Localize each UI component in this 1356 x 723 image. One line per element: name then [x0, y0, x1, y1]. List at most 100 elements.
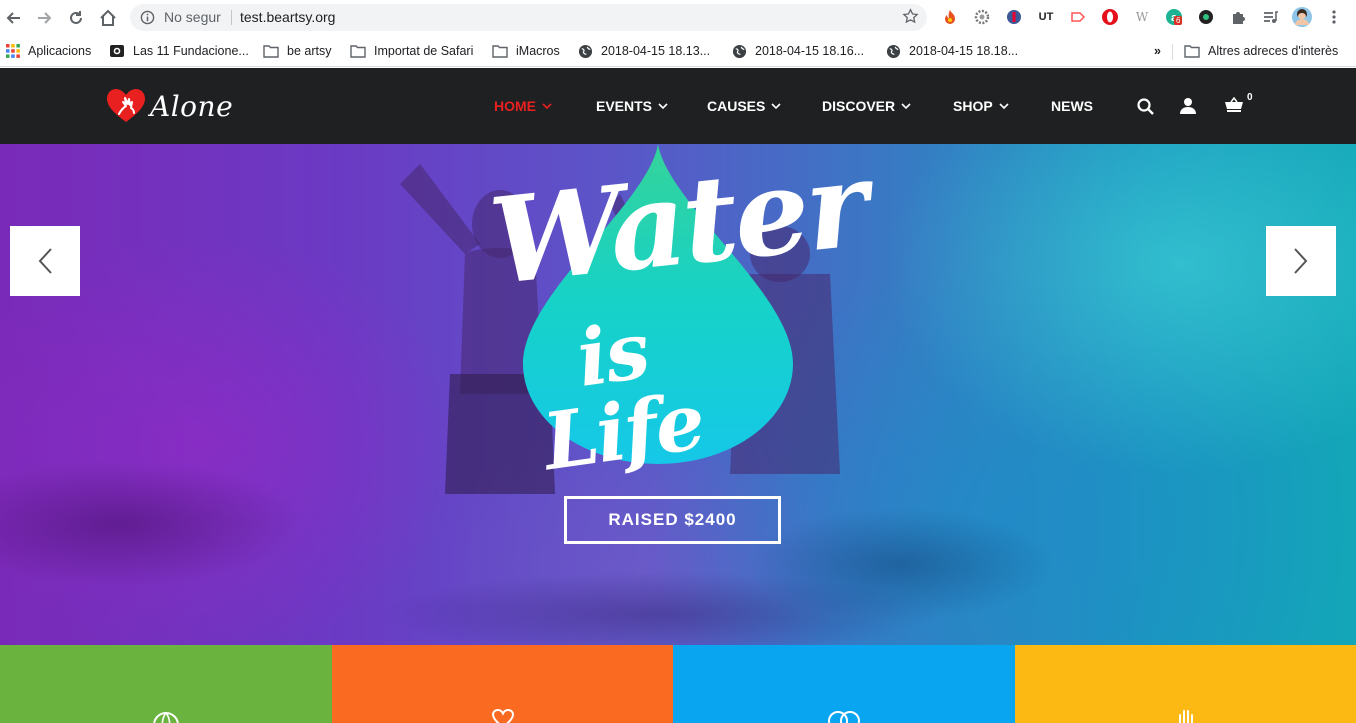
- chevron-down-icon: [658, 102, 668, 110]
- folder-icon: [1184, 44, 1200, 58]
- nav-home[interactable]: HOME: [494, 98, 552, 114]
- profile-avatar[interactable]: [1292, 7, 1312, 27]
- bookmark-label: iMacros: [516, 44, 560, 58]
- reload-button[interactable]: [64, 6, 88, 30]
- browser-menu-icon[interactable]: [1324, 7, 1344, 27]
- back-button[interactable]: [2, 6, 26, 30]
- nav-causes[interactable]: CAUSES: [707, 98, 781, 114]
- bookmark-label: 2018-04-15 18.13...: [601, 44, 711, 58]
- nav-label: DISCOVER: [822, 98, 896, 114]
- folder-icon: [350, 44, 366, 58]
- slider-prev-button[interactable]: [10, 226, 80, 296]
- chevron-right-icon: [1294, 248, 1308, 274]
- hand-icon: [1178, 710, 1193, 723]
- globe-icon: [732, 44, 747, 59]
- nav-news[interactable]: NEWS: [1051, 98, 1093, 114]
- logo-text: Alone: [150, 89, 234, 123]
- extension-badge: 6: [1174, 16, 1183, 25]
- nav-discover[interactable]: DISCOVER: [822, 98, 911, 114]
- address-bar[interactable]: No segur test.beartsy.org: [130, 4, 927, 31]
- bookmark-2018-1816[interactable]: 2018-04-15 18.16...: [732, 42, 864, 60]
- raised-amount-button[interactable]: RAISED $2400: [564, 496, 781, 544]
- bookmark-folder-be-artsy[interactable]: be artsy: [263, 42, 331, 60]
- url-text[interactable]: test.beartsy.org: [240, 9, 335, 25]
- globe-icon: [886, 44, 901, 59]
- bookmarks-bar: Aplicacions Las 11 Fundacione... be arts…: [0, 36, 1356, 67]
- bookmark-2018-1813[interactable]: 2018-04-15 18.13...: [578, 42, 710, 60]
- chevron-down-icon: [999, 102, 1009, 110]
- bookmark-folder-safari[interactable]: Importat de Safari: [350, 42, 473, 60]
- feature-tile-blue[interactable]: [673, 645, 1015, 723]
- gear-extension-icon[interactable]: [972, 7, 992, 27]
- bookmark-apps[interactable]: Aplicacions: [6, 42, 91, 60]
- bookmark-star-icon[interactable]: [902, 8, 919, 30]
- nav-label: NEWS: [1051, 98, 1093, 114]
- camera-icon: [109, 43, 125, 59]
- a-extension-icon[interactable]: a 6: [1164, 7, 1184, 27]
- folder-icon: [492, 44, 508, 58]
- home-button[interactable]: [96, 6, 120, 30]
- back-arrow-icon: [6, 12, 20, 24]
- folder-icon: [263, 44, 279, 58]
- globe-icon: [578, 44, 593, 59]
- site-header: Alone HOME EVENTS CAUSES DISCOVER SHOP N…: [0, 68, 1356, 144]
- chevron-down-icon: [771, 102, 781, 110]
- cart-icon[interactable]: [1224, 96, 1244, 116]
- heart-icon: [491, 709, 514, 723]
- forward-button[interactable]: [32, 6, 56, 30]
- search-icon[interactable]: [1135, 96, 1155, 116]
- bookmark-label: Altres adreces d'interès: [1208, 44, 1339, 58]
- chevron-left-icon: [38, 248, 52, 274]
- forward-arrow-icon: [38, 12, 52, 24]
- bookmark-2018-1818[interactable]: 2018-04-15 18.18...: [886, 42, 1018, 60]
- divider: [231, 10, 232, 25]
- hero-title-line2: is Life: [537, 304, 709, 489]
- security-status: No segur: [164, 9, 221, 25]
- slider-next-button[interactable]: [1266, 226, 1336, 296]
- media-control-icon[interactable]: [1260, 7, 1280, 27]
- reload-icon: [70, 11, 82, 24]
- nav-label: SHOP: [953, 98, 993, 114]
- nav-shop[interactable]: SHOP: [953, 98, 1009, 114]
- heart-hand-logo-icon: [107, 89, 145, 122]
- opera-extension-icon[interactable]: [1100, 7, 1120, 27]
- home-icon: [100, 9, 116, 26]
- ut-extension-icon[interactable]: UT: [1036, 7, 1056, 27]
- cart-count-badge: 0: [1247, 92, 1253, 103]
- feature-tile-green[interactable]: [0, 645, 332, 723]
- hearts-icon: [828, 711, 860, 723]
- bookmark-label: be artsy: [287, 44, 332, 58]
- bookmark-label: 2018-04-15 18.18...: [909, 44, 1019, 58]
- wiki-extension-icon[interactable]: W: [1132, 7, 1152, 27]
- nav-label: EVENTS: [596, 98, 653, 114]
- divider: [1172, 44, 1173, 60]
- camera-extension-icon[interactable]: [1196, 7, 1216, 27]
- feature-tile-yellow[interactable]: [1015, 645, 1356, 723]
- bookmark-label: 2018-04-15 18.16...: [755, 44, 865, 58]
- cast-extension-icon[interactable]: [1068, 7, 1088, 27]
- more-bookmarks-button[interactable]: »: [1154, 42, 1161, 60]
- nav-label: CAUSES: [707, 98, 766, 114]
- chevron-down-icon: [901, 102, 911, 110]
- browser-toolbar: No segur test.beartsy.org UT W a 6: [0, 0, 1356, 36]
- puzzle-extensions-icon[interactable]: [1228, 7, 1248, 27]
- nav-events[interactable]: EVENTS: [596, 98, 668, 114]
- hero-title-line1: Water: [483, 144, 872, 312]
- feature-tile-orange[interactable]: [332, 645, 673, 723]
- info-icon[interactable]: [140, 10, 155, 30]
- shield-extension-icon[interactable]: [1004, 7, 1024, 27]
- globe-icon: [153, 712, 179, 723]
- other-bookmarks-folder[interactable]: Altres adreces d'interès: [1184, 42, 1338, 60]
- bookmark-label: Importat de Safari: [374, 44, 474, 58]
- nav-label: HOME: [494, 98, 536, 114]
- chevron-down-icon: [542, 102, 552, 110]
- bookmark-label: Las 11 Fundacione...: [133, 44, 249, 58]
- apps-grid-icon: [6, 44, 20, 58]
- fire-extension-icon[interactable]: [940, 7, 960, 27]
- bookmark-fundaciones[interactable]: Las 11 Fundacione...: [109, 42, 249, 60]
- bookmark-folder-imacros[interactable]: iMacros: [492, 42, 560, 60]
- user-account-icon[interactable]: [1178, 96, 1198, 116]
- bookmark-label: Aplicacions: [28, 44, 92, 58]
- hero-slider: Water is Life RAISED $2400: [0, 144, 1356, 645]
- site-logo[interactable]: Alone: [106, 88, 233, 124]
